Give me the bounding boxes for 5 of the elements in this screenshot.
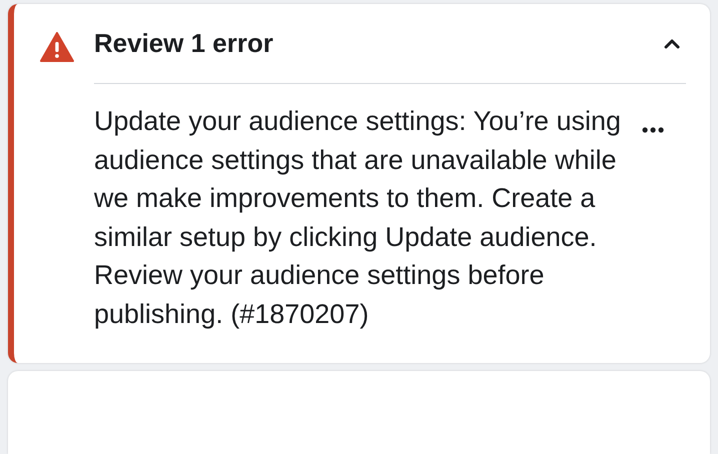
chevron-up-icon	[662, 36, 682, 50]
alert-title: Review 1 error	[94, 28, 274, 59]
error-message: Update your audience settings: You’re using audience settings that are unavailable while we make improvements to them. Create a similar setup by clicking Update audience. Review your audience settings before publishing. (#1870207)	[94, 105, 622, 331]
ellipsis-icon	[642, 127, 664, 133]
warning-icon	[40, 32, 74, 62]
